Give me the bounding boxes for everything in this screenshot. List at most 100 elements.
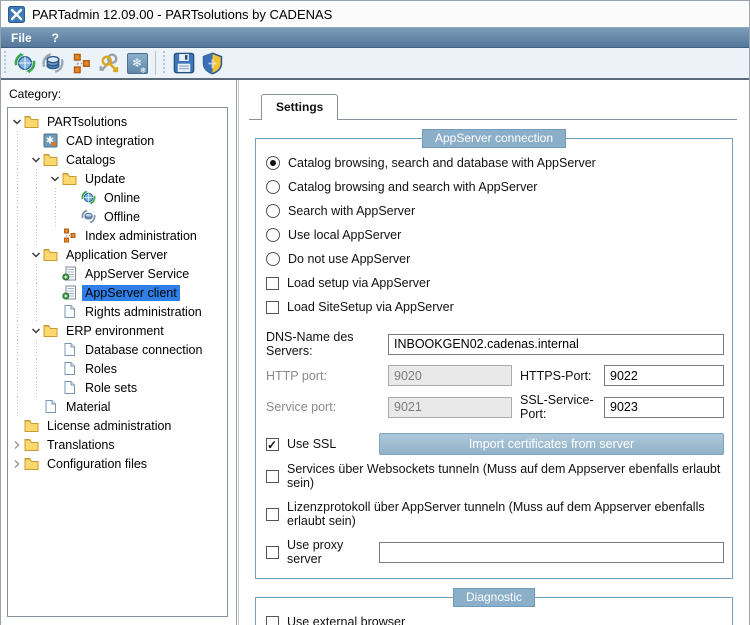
catalog-update-globe-icon: [14, 52, 36, 74]
ssl-service-port-input[interactable]: [604, 396, 724, 418]
appserver-client-icon: [62, 285, 77, 300]
checkbox[interactable]: [266, 276, 279, 290]
keys-icon: [98, 52, 118, 72]
index-administration-icon: [62, 228, 77, 243]
category-tree: PARTsolutions CAD integration Catalogs U…: [7, 107, 228, 617]
toolbar-grip-2[interactable]: [162, 51, 167, 75]
checkbox[interactable]: [266, 469, 279, 483]
checkbox-use-ssl[interactable]: Use SSL: [266, 437, 379, 452]
folder-icon: [24, 456, 39, 471]
checkbox-external-browser[interactable]: Use external browser: [266, 615, 724, 625]
appserver-snowflake-icon: ❄ ❄: [126, 52, 148, 75]
radio-button[interactable]: [266, 204, 280, 218]
tree-item-index-administration[interactable]: Index administration: [10, 226, 227, 245]
save-floppy-icon: [173, 52, 195, 74]
tree-item-configuration-files[interactable]: Configuration files: [10, 454, 227, 473]
appserver-service-icon: [62, 266, 77, 281]
folder-icon: [62, 171, 77, 186]
toolbar: ❄ ❄: [1, 48, 749, 80]
page-icon: [62, 361, 77, 376]
checkbox[interactable]: [266, 507, 279, 521]
folder-icon: [43, 247, 58, 262]
menu-help[interactable]: ?: [42, 29, 69, 47]
dns-input[interactable]: [388, 333, 724, 355]
tree-item-appserver-service[interactable]: AppServer Service: [10, 264, 227, 283]
checkbox[interactable]: [266, 300, 279, 314]
radio-button[interactable]: [266, 252, 280, 266]
use-ssl-row: Use SSL Import certificates from server: [266, 433, 724, 455]
radio-catalog-browsing-search-database[interactable]: Catalog browsing, search and database wi…: [266, 156, 724, 170]
https-port-input[interactable]: [604, 365, 724, 386]
checkbox-load-sitesetup[interactable]: Load SiteSetup via AppServer: [266, 300, 724, 314]
tree-item-offline[interactable]: Offline: [10, 207, 227, 226]
service-port-label: Service port:: [266, 400, 337, 414]
dns-label: DNS-Name des Servers:: [266, 330, 354, 358]
tree-item-database-connection[interactable]: Database connection: [10, 340, 227, 359]
tree-item-appserver-client[interactable]: AppServer client: [10, 283, 227, 302]
tree-item-erp-environment[interactable]: ERP environment: [10, 321, 227, 340]
dns-row: DNS-Name des Servers:: [266, 330, 724, 358]
diagnostic-group: Diagnostic Use external browser Show ser…: [255, 588, 733, 625]
menu-bar: File ?: [1, 27, 749, 48]
security-shield-icon: [202, 51, 222, 75]
radio-use-local-appserver[interactable]: Use local AppServer: [266, 228, 724, 242]
http-port-label: HTTP port:: [266, 368, 327, 383]
cad-integration-icon: [43, 133, 58, 148]
radio-search-with-appserver[interactable]: Search with AppServer: [266, 204, 724, 218]
tree-item-license-administration[interactable]: License administration: [10, 416, 227, 435]
title-bar: PARTadmin 12.09.00 - PARTsolutions by CA…: [1, 1, 749, 27]
category-label: Category:: [9, 87, 62, 101]
checkbox-use-proxy[interactable]: Use proxy server: [266, 538, 379, 566]
offline-package-icon: [42, 53, 64, 73]
offline-icon: [81, 209, 96, 224]
content-area: Category: PARTsolutions CAD integration …: [1, 80, 749, 625]
toolbar-save-button[interactable]: [170, 49, 198, 77]
toolbar-grip[interactable]: [3, 51, 8, 75]
panel-splitter[interactable]: [236, 80, 237, 625]
menu-file[interactable]: File: [1, 29, 42, 47]
tree-item-roles[interactable]: Roles: [10, 359, 227, 378]
radio-button[interactable]: [266, 156, 280, 170]
tree-item-material[interactable]: Material: [10, 397, 227, 416]
checkbox[interactable]: [266, 615, 279, 625]
tree-item-online[interactable]: Online: [10, 188, 227, 207]
tab-settings[interactable]: Settings: [261, 94, 339, 120]
tree-item-role-sets[interactable]: Role sets: [10, 378, 227, 397]
tree-item-catalogs[interactable]: Catalogs: [10, 150, 227, 169]
window-title: PARTadmin 12.09.00 - PARTsolutions by CA…: [32, 6, 333, 22]
toolbar-appserver-button[interactable]: ❄ ❄: [123, 49, 151, 77]
checkbox-license-tunnel[interactable]: Lizenzprotokoll über AppServer tunneln (…: [266, 500, 724, 528]
tree-item-update[interactable]: Update: [10, 169, 227, 188]
radio-button[interactable]: [266, 228, 280, 242]
tree-item-cad-integration[interactable]: CAD integration: [10, 131, 227, 150]
category-panel: Category: PARTsolutions CAD integration …: [1, 80, 234, 625]
radio-do-not-use-appserver[interactable]: Do not use AppServer: [266, 252, 724, 266]
checkbox-load-setup[interactable]: Load setup via AppServer: [266, 276, 724, 290]
page-icon: [62, 304, 77, 319]
checkbox[interactable]: [266, 545, 279, 559]
index-administration-icon: [71, 53, 92, 74]
toolbar-security-button[interactable]: [198, 49, 226, 77]
http-port-row: HTTP port: HTTPS-Port:: [266, 365, 724, 386]
service-port-input: [388, 396, 512, 418]
toolbar-catalog-update-button[interactable]: [11, 49, 39, 77]
toolbar-offline-package-button[interactable]: [39, 49, 67, 77]
tree-item-rights-administration[interactable]: Rights administration: [10, 302, 227, 321]
proxy-server-input[interactable]: [379, 541, 724, 563]
toolbar-index-administration-button[interactable]: [67, 49, 95, 77]
tree-item-application-server[interactable]: Application Server: [10, 245, 227, 264]
checkbox[interactable]: [266, 437, 279, 452]
import-certificates-button[interactable]: Import certificates from server: [379, 433, 724, 455]
toolbar-rights-administration-button[interactable]: [95, 49, 123, 77]
radio-button[interactable]: [266, 180, 280, 194]
toolbar-separator: [155, 51, 156, 75]
checkbox-websocket-tunnel[interactable]: Services über Websockets tunneln (Muss a…: [266, 462, 724, 490]
proxy-row: Use proxy server: [266, 538, 724, 566]
ssl-service-port-label: SSL-Service-Port:: [520, 393, 594, 421]
tab-bar: Settings: [249, 94, 737, 120]
diagnostic-group-title: Diagnostic: [452, 588, 536, 607]
radio-catalog-browsing-search[interactable]: Catalog browsing and search with AppServ…: [266, 180, 724, 194]
service-port-row: Service port: SSL-Service-Port:: [266, 393, 724, 421]
tree-item-translations[interactable]: Translations: [10, 435, 227, 454]
tree-item-partsolutions[interactable]: PARTsolutions: [10, 112, 227, 131]
